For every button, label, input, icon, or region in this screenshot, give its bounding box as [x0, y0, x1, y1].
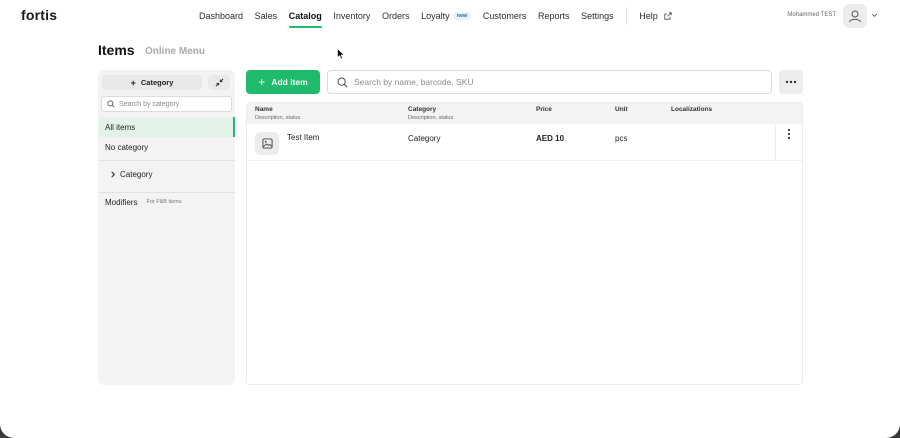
add-category-label: Category: [140, 78, 174, 87]
sidebar-item-all-items[interactable]: All items: [98, 117, 235, 137]
top-navigation-bar: fortis Dashboard Sales Catalog Inventory…: [0, 0, 900, 32]
nav-dashboard[interactable]: Dashboard: [199, 0, 243, 32]
avatar[interactable]: [843, 4, 867, 28]
nav-settings[interactable]: Settings: [581, 0, 614, 32]
nav-orders[interactable]: Orders: [382, 0, 410, 32]
nav-help[interactable]: Help: [639, 0, 672, 32]
nav-loyalty[interactable]: Loyalty new: [421, 0, 472, 32]
item-name[interactable]: Test Item: [287, 133, 319, 142]
collapse-icon: [215, 78, 223, 87]
column-unit[interactable]: Unit: [615, 106, 628, 113]
nav-loyalty-label: Loyalty: [421, 11, 450, 21]
item-category: Category: [408, 134, 441, 143]
chevron-right-icon: [111, 171, 116, 177]
horizontal-dots-icon: [785, 80, 797, 84]
nav-help-label: Help: [639, 11, 658, 21]
column-category-sub: Description, status: [408, 115, 454, 121]
column-localizations[interactable]: Localizations: [671, 106, 712, 113]
vertical-dots-icon: [787, 128, 791, 140]
nav-catalog[interactable]: Catalog: [288, 0, 322, 32]
item-thumbnail[interactable]: [255, 132, 279, 155]
column-category-label: Category: [408, 106, 437, 113]
chevron-down-icon[interactable]: [871, 12, 878, 19]
new-badge: new: [452, 12, 472, 20]
main-nav: Dashboard Sales Catalog Inventory Orders…: [199, 0, 683, 32]
category-sidebar: + Category All items No category Categor…: [98, 70, 235, 385]
column-category[interactable]: Category Description, status: [408, 106, 453, 121]
sidebar-item-no-category[interactable]: No category: [98, 137, 235, 157]
sidebar-item-category-label: Category: [120, 169, 153, 179]
image-icon: [261, 138, 273, 149]
plus-icon: +: [130, 77, 136, 88]
nav-customers[interactable]: Customers: [483, 0, 527, 32]
category-search-input[interactable]: [119, 100, 227, 108]
nav-reports[interactable]: Reports: [538, 0, 570, 32]
sidebar-divider: [98, 160, 235, 161]
item-search-input[interactable]: [354, 77, 754, 87]
search-icon: [337, 76, 348, 87]
brand-logo[interactable]: fortis: [21, 7, 57, 23]
collapse-button[interactable]: [208, 75, 230, 90]
external-link-icon: [664, 12, 672, 20]
add-category-button[interactable]: + Category: [102, 75, 202, 90]
modifiers-subtitle: For F&B items: [146, 199, 182, 205]
category-search[interactable]: [101, 96, 232, 112]
user-icon: [849, 10, 861, 23]
column-name-sub: Description, status: [255, 115, 301, 121]
items-table: Name Description, status Category Descri…: [246, 102, 803, 385]
add-item-button[interactable]: + Add item: [246, 70, 320, 94]
item-search[interactable]: [327, 70, 772, 94]
search-icon: [107, 100, 115, 108]
sidebar-item-modifiers-label: Modifiers: [105, 197, 138, 207]
item-price: AED 10: [536, 134, 565, 143]
app-window: fortis Dashboard Sales Catalog Inventory…: [0, 0, 900, 438]
nav-divider: [626, 7, 628, 25]
column-name-label: Name: [255, 106, 273, 113]
item-unit: pcs: [615, 134, 628, 143]
sidebar-item-modifiers[interactable]: Modifiers For F&B items: [98, 192, 235, 212]
nav-inventory[interactable]: Inventory: [333, 0, 370, 32]
page-title[interactable]: Items: [98, 42, 135, 58]
column-price-label: Price: [536, 106, 552, 113]
column-localizations-label: Localizations: [671, 106, 713, 113]
user-name: Mohammed TEST: [787, 12, 836, 18]
column-name[interactable]: Name Description, status: [255, 106, 300, 121]
plus-icon: +: [258, 75, 266, 89]
table-header: Name Description, status Category Descri…: [247, 103, 802, 124]
row-menu-button[interactable]: [775, 124, 802, 161]
nav-sales[interactable]: Sales: [255, 0, 278, 32]
mouse-cursor-icon: [337, 48, 345, 60]
tab-online-menu[interactable]: Online Menu: [145, 46, 205, 57]
column-unit-label: Unit: [615, 106, 628, 113]
add-item-label: Add item: [271, 77, 308, 87]
column-price[interactable]: Price: [536, 106, 552, 113]
sidebar-item-category[interactable]: Category: [98, 164, 235, 184]
table-row[interactable]: Test Item Category AED 10 pcs: [247, 124, 802, 161]
more-options-button[interactable]: [779, 70, 803, 94]
